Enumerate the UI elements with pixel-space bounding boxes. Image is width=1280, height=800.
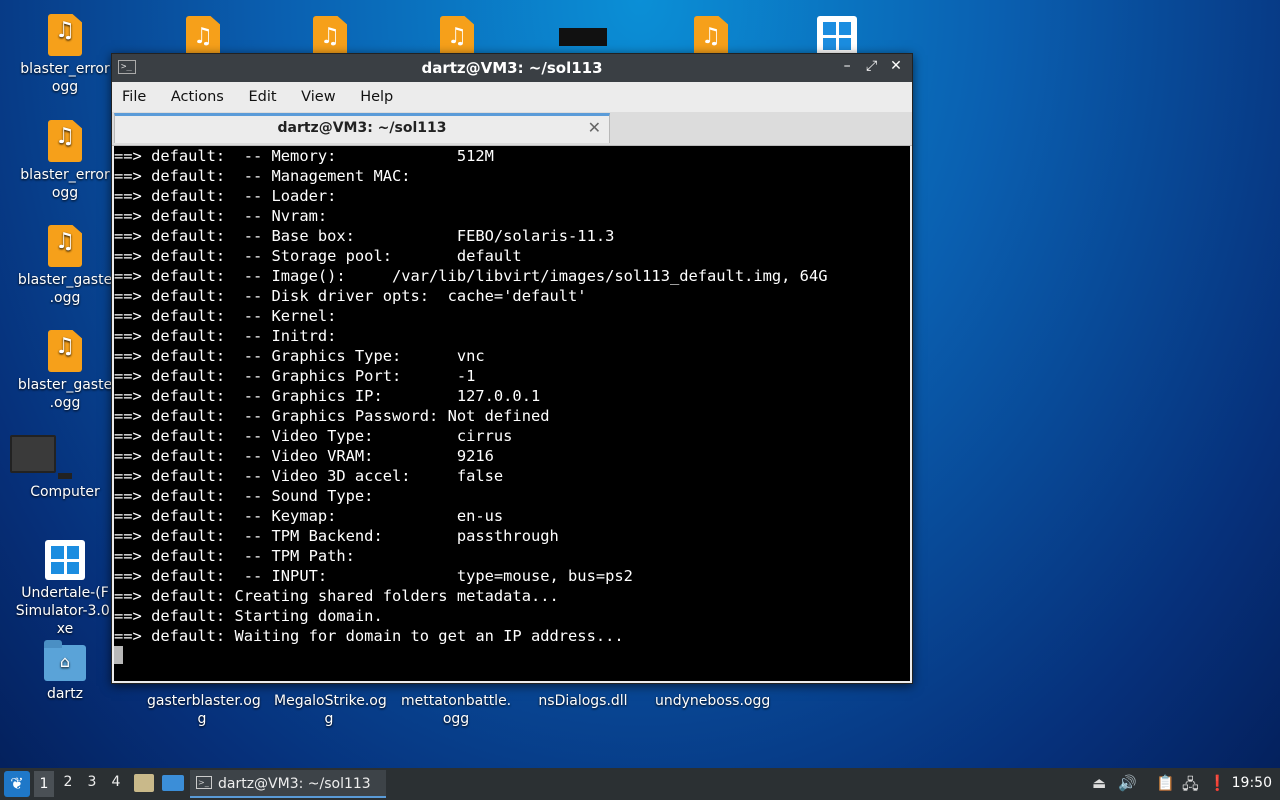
music-file-icon[interactable]: ♫ (186, 16, 220, 58)
desktop-icon-label: undyneboss.ogg (655, 693, 771, 709)
desktop-icon[interactable]: undyneboss.ogg (655, 692, 771, 710)
desktop-icon-label: Undertale-(F Simulator-3.0. xe (15, 585, 115, 637)
taskbar-terminal-label: dartz@VM3: ~/sol113 (218, 776, 371, 792)
workspace-3[interactable]: 3 (82, 774, 102, 790)
tab-label: dartz@VM3: ~/sol113 (277, 120, 447, 136)
terminal-cursor (114, 646, 123, 664)
music-file-icon: ♫ (48, 14, 82, 56)
terminal-line: ==> default: -- Video VRAM: 9216 (114, 447, 494, 465)
desktop-icon[interactable]: mettatonbattle. ogg (401, 692, 511, 728)
terminal-line: ==> default: -- TPM Path: (114, 547, 355, 565)
window-title: dartz@VM3: ~/sol113 (421, 59, 603, 77)
taskbar-terminal-button[interactable]: >_ dartz@VM3: ~/sol113 (190, 770, 386, 798)
terminal-line: ==> default: -- Loader: (114, 187, 337, 205)
music-file-icon[interactable]: ♫ (313, 16, 347, 58)
terminal-line: ==> default: -- Initrd: (114, 327, 337, 345)
windows-exe-icon (45, 540, 85, 580)
desktop-icon[interactable]: ♫ blaster_error ogg (10, 14, 120, 96)
workspace-4[interactable]: 4 (106, 774, 126, 790)
music-file-icon[interactable]: ♫ (694, 16, 728, 58)
terminal-line: ==> default: Waiting for domain to get a… (114, 627, 624, 645)
menu-view[interactable]: View (291, 82, 345, 105)
tab-close-icon[interactable]: ✕ (588, 118, 601, 137)
desktop-icon[interactable]: ♫ blaster_error ogg (10, 120, 120, 202)
music-file-icon[interactable]: ♫ (440, 16, 474, 58)
desktop-icon-label: MegaloStrike.og g (274, 693, 387, 727)
terminal-line: ==> default: -- Kernel: (114, 307, 337, 325)
terminal-line: ==> default: -- Graphics Port: -1 (114, 367, 476, 385)
desktop-icon-label: nsDialogs.dll (538, 693, 628, 709)
menu-edit[interactable]: Edit (238, 82, 286, 105)
desktop-icon[interactable]: gasterblaster.og g (147, 692, 261, 728)
desktop-icon[interactable]: MegaloStrike.og g (274, 692, 387, 728)
tab-bar: dartz@VM3: ~/sol113 ✕ (112, 112, 912, 146)
desktop-icon[interactable]: ♫ blaster_gaste .ogg (10, 225, 120, 307)
terminal-line: ==> default: -- Nvram: (114, 207, 328, 225)
desktop-icon-label: mettatonbattle. ogg (401, 693, 512, 727)
clock: 19:50 (1231, 775, 1272, 791)
terminal-tab[interactable]: dartz@VM3: ~/sol113 ✕ (114, 113, 610, 143)
workspace-1[interactable]: 1 (34, 771, 54, 797)
terminal-line: ==> default: -- Keymap: en-us (114, 507, 504, 525)
menu-file[interactable]: File (112, 82, 156, 105)
menu-help[interactable]: Help (350, 82, 403, 105)
show-desktop-icon[interactable] (162, 775, 184, 791)
terminal-line: ==> default: Creating shared folders met… (114, 587, 559, 605)
desktop-icon-label: gasterblaster.og g (147, 693, 261, 727)
start-menu-icon[interactable]: ❦ (4, 771, 30, 797)
computer-icon (10, 435, 120, 479)
terminal-line: ==> default: -- Image(): /var/lib/libvir… (114, 267, 828, 285)
close-icon[interactable]: ✕ (886, 58, 906, 74)
desktop-icon[interactable]: Computer (10, 435, 120, 501)
home-folder-icon: ⌂ (44, 640, 86, 681)
music-file-icon: ♫ (48, 330, 82, 372)
terminal-line: ==> default: -- Graphics Password: Not d… (114, 407, 550, 425)
desktop-icon-label: blaster_error ogg (20, 61, 110, 95)
workspace-2[interactable]: 2 (58, 774, 78, 790)
desktop-icon-label: dartz (46, 686, 84, 702)
terminal-line: ==> default: -- Memory: 512M (114, 147, 494, 165)
desktop-icon-label: Computer (30, 484, 100, 500)
terminal-line: ==> default: -- Graphics IP: 127.0.0.1 (114, 387, 541, 405)
terminal-line: ==> default: -- Video 3D accel: false (114, 467, 504, 485)
window-titlebar[interactable]: >_ dartz@VM3: ~/sol113 – ⤢ ✕ (112, 54, 912, 82)
volume-icon[interactable]: 🔊 (1118, 774, 1137, 792)
taskbar: ❦ 1 2 3 4 >_ dartz@VM3: ~/sol113 ⏏ 🔊 📋 🖧… (0, 768, 1280, 800)
terminal-line: ==> default: -- Storage pool: default (114, 247, 522, 265)
menu-actions[interactable]: Actions (161, 82, 234, 105)
desktop-icon[interactable]: ♫ blaster_gaste .ogg (10, 330, 120, 412)
desktop-icon-label: blaster_error ogg (20, 167, 110, 201)
terminal-icon: >_ (196, 776, 212, 789)
music-file-icon: ♫ (48, 225, 82, 267)
terminal-window[interactable]: >_ dartz@VM3: ~/sol113 – ⤢ ✕ File Action… (111, 53, 913, 684)
minimize-icon[interactable]: – (837, 58, 857, 74)
menu-bar: File Actions Edit View Help (112, 82, 912, 112)
desktop-icon[interactable]: ⌂ dartz (10, 640, 120, 703)
maximize-icon[interactable]: ⤢ (862, 58, 882, 74)
terminal-line: ==> default: -- INPUT: type=mouse, bus=p… (114, 567, 633, 585)
desktop-icon-label: blaster_gaste .ogg (17, 272, 113, 306)
terminal-line: ==> default: -- Base box: FEBO/solaris-1… (114, 227, 615, 245)
file-manager-icon[interactable] (134, 774, 154, 792)
eject-icon[interactable]: ⏏ (1092, 774, 1106, 792)
terminal-line: ==> default: -- Graphics Type: vnc (114, 347, 485, 365)
clipboard-icon[interactable]: 📋 (1156, 774, 1175, 792)
desktop-icon-label: blaster_gaste .ogg (17, 377, 113, 411)
terminal-line: ==> default: -- Management MAC: (114, 167, 411, 185)
update-notifier-icon[interactable]: ❗ (1208, 774, 1227, 792)
terminal-line: ==> default: -- Sound Type: (114, 487, 374, 505)
desktop-icon[interactable]: Undertale-(F Simulator-3.0. xe (10, 540, 120, 638)
terminal-line: ==> default: -- Disk driver opts: cache=… (114, 287, 587, 305)
network-icon[interactable]: 🖧 (1182, 774, 1199, 799)
windows-exe-icon[interactable] (817, 16, 857, 56)
simulator-app-icon[interactable] (559, 28, 607, 46)
terminal-line: ==> default: Starting domain. (114, 607, 383, 625)
music-file-icon: ♫ (48, 120, 82, 162)
terminal-line: ==> default: -- TPM Backend: passthrough (114, 527, 559, 545)
desktop-icon[interactable]: nsDialogs.dll (528, 692, 638, 710)
terminal-output[interactable]: ==> default: -- Memory: 512M ==> default:… (114, 146, 910, 681)
terminal-line: ==> default: -- Video Type: cirrus (114, 427, 513, 445)
